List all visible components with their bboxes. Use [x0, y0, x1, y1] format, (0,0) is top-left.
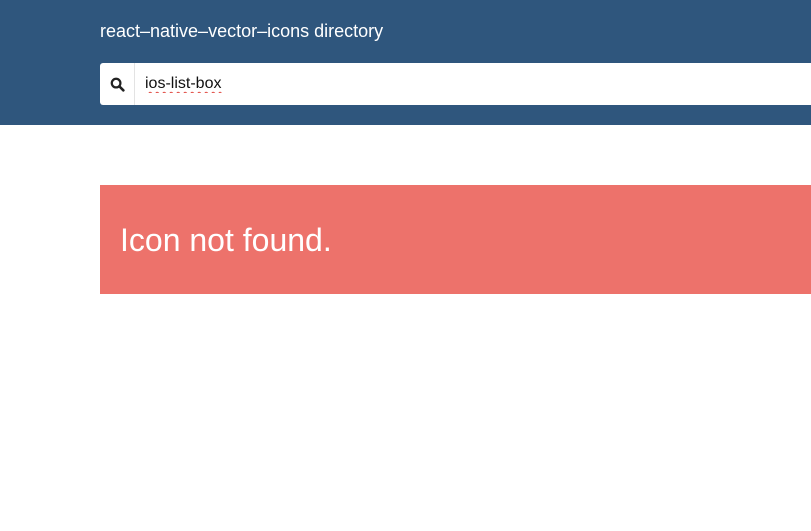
alert-message: Icon not found. — [120, 222, 332, 258]
page-header: react–native–vector–icons directory — [0, 0, 811, 125]
search-button[interactable] — [100, 63, 135, 105]
page-title: react–native–vector–icons directory — [100, 21, 384, 41]
not-found-alert: Icon not found. — [100, 185, 811, 294]
search-input[interactable] — [135, 63, 811, 105]
search-bar — [100, 63, 811, 105]
search-icon — [110, 77, 125, 92]
